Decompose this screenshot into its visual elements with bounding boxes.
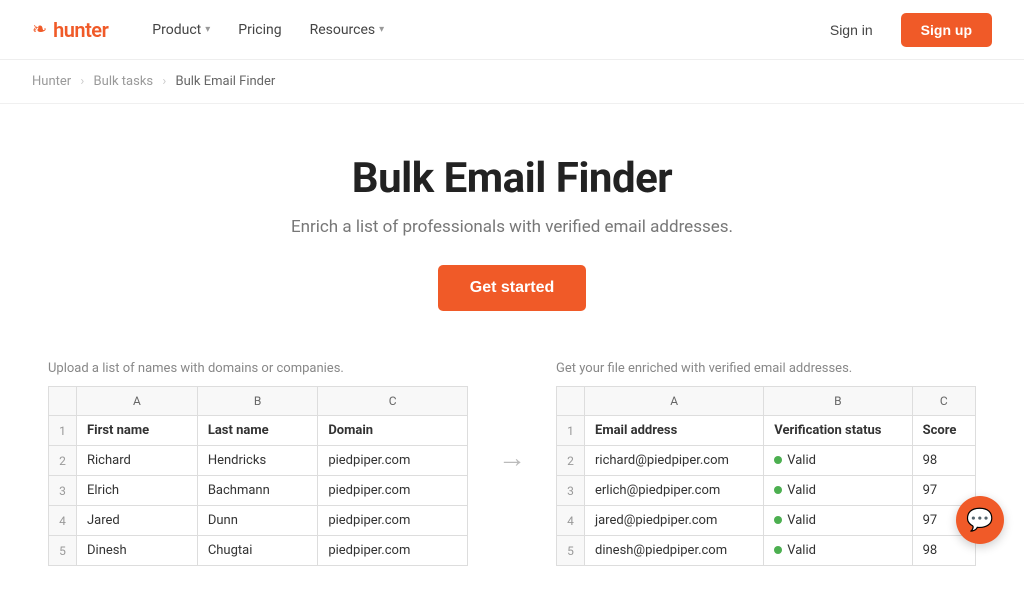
table-row: 2richard@piedpiper.comValid98	[557, 446, 976, 476]
cell-value: piedpiper.com	[318, 476, 468, 506]
cell-value: Jared	[77, 506, 198, 536]
arrow-block: →	[498, 361, 526, 474]
breadcrumb-separator-2: ›	[162, 74, 166, 89]
input-col-b: B	[197, 387, 318, 416]
hero-subtitle: Enrich a list of professionals with veri…	[32, 217, 992, 237]
table-row: 5DineshChugtaipiedpiper.com	[49, 536, 468, 566]
row-number: 2	[557, 446, 585, 476]
navbar: ❧ hunter Product ▾ Pricing Resources ▾ S…	[0, 0, 1024, 60]
cell-value: Bachmann	[197, 476, 318, 506]
table-row: 4jared@piedpiper.comValid97	[557, 506, 976, 536]
output-col-blank	[557, 387, 585, 416]
column-header: First name	[77, 416, 198, 446]
cell-value: 98	[912, 446, 975, 476]
valid-dot-icon	[774, 516, 782, 524]
valid-dot-icon	[774, 456, 782, 464]
output-col-header-row: A B C	[557, 387, 976, 416]
column-header: Domain	[318, 416, 468, 446]
valid-dot-icon	[774, 546, 782, 554]
table-row: 1First nameLast nameDomain	[49, 416, 468, 446]
get-started-button[interactable]: Get started	[438, 265, 586, 311]
logo-icon: ❧	[32, 19, 47, 40]
input-table: A B C 1First nameLast nameDomain2Richard…	[48, 386, 468, 566]
table-row: 1Email addressVerification statusScore	[557, 416, 976, 446]
cell-value: Chugtai	[197, 536, 318, 566]
nav-links: Product ▾ Pricing Resources ▾	[140, 14, 814, 46]
output-demo-block: Get your file enriched with verified ema…	[556, 361, 976, 566]
arrow-right-icon: →	[498, 441, 526, 474]
chevron-down-icon-resources: ▾	[379, 24, 384, 35]
chat-icon: 💬	[966, 508, 993, 533]
verification-status: Valid	[764, 536, 912, 566]
row-number: 5	[49, 536, 77, 566]
breadcrumb-parent[interactable]: Bulk tasks	[94, 74, 154, 89]
column-header: Score	[912, 416, 975, 446]
cell-value: Elrich	[77, 476, 198, 506]
cell-value: piedpiper.com	[318, 446, 468, 476]
table-row: 5dinesh@piedpiper.comValid98	[557, 536, 976, 566]
row-number: 4	[49, 506, 77, 536]
column-header: Verification status	[764, 416, 912, 446]
chat-button[interactable]: 💬	[956, 496, 1004, 544]
row-number: 4	[557, 506, 585, 536]
table-row: 3ElrichBachmannpiedpiper.com	[49, 476, 468, 506]
cell-value: piedpiper.com	[318, 536, 468, 566]
cell-value: piedpiper.com	[318, 506, 468, 536]
table-row: 4JaredDunnpiedpiper.com	[49, 506, 468, 536]
output-col-c: C	[912, 387, 975, 416]
breadcrumb-separator-1: ›	[80, 74, 84, 89]
column-header: Email address	[585, 416, 764, 446]
output-col-b: B	[764, 387, 912, 416]
verification-status: Valid	[764, 446, 912, 476]
signup-button[interactable]: Sign up	[901, 13, 992, 47]
logo[interactable]: ❧ hunter	[32, 18, 108, 42]
cell-value: erlich@piedpiper.com	[585, 476, 764, 506]
table-row: 3erlich@piedpiper.comValid97	[557, 476, 976, 506]
verification-status: Valid	[764, 506, 912, 536]
input-table-label: Upload a list of names with domains or c…	[48, 361, 468, 376]
input-col-a: A	[77, 387, 198, 416]
cell-value: dinesh@piedpiper.com	[585, 536, 764, 566]
breadcrumb: Hunter › Bulk tasks › Bulk Email Finder	[0, 60, 1024, 104]
row-number: 3	[49, 476, 77, 506]
output-col-a: A	[585, 387, 764, 416]
cell-value: jared@piedpiper.com	[585, 506, 764, 536]
nav-product[interactable]: Product ▾	[140, 14, 222, 46]
output-table-label: Get your file enriched with verified ema…	[556, 361, 976, 376]
cell-value: Dunn	[197, 506, 318, 536]
cell-value: Richard	[77, 446, 198, 476]
table-row: 2RichardHendrickspiedpiper.com	[49, 446, 468, 476]
verification-status: Valid	[764, 476, 912, 506]
logo-text: hunter	[53, 18, 108, 42]
hero-section: Bulk Email Finder Enrich a list of profe…	[0, 104, 1024, 351]
cell-value: Dinesh	[77, 536, 198, 566]
output-table: A B C 1Email addressVerification statusS…	[556, 386, 976, 566]
demo-section: Upload a list of names with domains or c…	[0, 351, 1024, 606]
cell-value: richard@piedpiper.com	[585, 446, 764, 476]
input-col-header-row: A B C	[49, 387, 468, 416]
column-header: Last name	[197, 416, 318, 446]
chevron-down-icon: ▾	[205, 24, 210, 35]
row-number: 3	[557, 476, 585, 506]
valid-dot-icon	[774, 486, 782, 494]
nav-resources[interactable]: Resources ▾	[298, 14, 397, 46]
row-number: 5	[557, 536, 585, 566]
row-number: 1	[557, 416, 585, 446]
breadcrumb-root[interactable]: Hunter	[32, 74, 71, 89]
row-number: 1	[49, 416, 77, 446]
signin-button[interactable]: Sign in	[814, 14, 889, 46]
input-col-blank	[49, 387, 77, 416]
cell-value: Hendricks	[197, 446, 318, 476]
page-title: Bulk Email Finder	[32, 154, 992, 203]
nav-actions: Sign in Sign up	[814, 13, 992, 47]
input-col-c: C	[318, 387, 468, 416]
input-demo-block: Upload a list of names with domains or c…	[48, 361, 468, 566]
row-number: 2	[49, 446, 77, 476]
nav-pricing[interactable]: Pricing	[226, 14, 293, 46]
breadcrumb-current: Bulk Email Finder	[176, 74, 276, 89]
